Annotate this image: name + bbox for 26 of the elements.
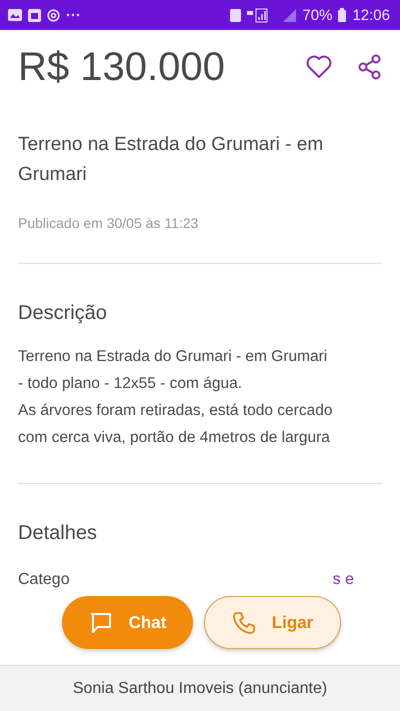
advertiser-name: Sonia Sarthou Imoveis (anunciante) bbox=[72, 680, 328, 698]
chat-button[interactable]: Chat bbox=[62, 596, 193, 649]
image-icon bbox=[8, 9, 22, 21]
section-heading: Detalhes bbox=[18, 522, 98, 545]
price: R$ 130.000 bbox=[18, 44, 226, 90]
battery-icon bbox=[338, 8, 346, 22]
description-line: As árvores foram retiradas, está todo cercado bbox=[18, 401, 334, 421]
section-heading: Descrição bbox=[18, 302, 108, 325]
battery-level: 70% bbox=[302, 6, 332, 24]
listing-title: Terreno na Estrada do Grumari - em Grumari bbox=[18, 133, 324, 187]
description-line: Terreno na Estrada do Grumari - em Grumari bbox=[18, 347, 328, 367]
chat-icon bbox=[88, 610, 113, 634]
phone-icon bbox=[232, 610, 256, 634]
detail-label: Catego bbox=[18, 571, 70, 589]
signal-icon bbox=[283, 8, 296, 22]
detail-value: s e bbox=[332, 571, 354, 589]
publish-date: Publicado em 30/05 às 11:23 bbox=[18, 215, 200, 231]
sim-icon bbox=[230, 8, 242, 22]
call-button[interactable]: Ligar bbox=[204, 596, 341, 649]
description-line: com cerca viva, portão de 4metros de largura bbox=[18, 428, 331, 448]
clock: 12:06 bbox=[352, 6, 390, 24]
share-icon[interactable] bbox=[358, 54, 382, 80]
more-icon bbox=[66, 13, 80, 17]
heart-icon[interactable] bbox=[306, 55, 332, 79]
description-line: - todo plano - 12x55 - com água. bbox=[18, 374, 244, 394]
power-icon bbox=[47, 8, 60, 22]
